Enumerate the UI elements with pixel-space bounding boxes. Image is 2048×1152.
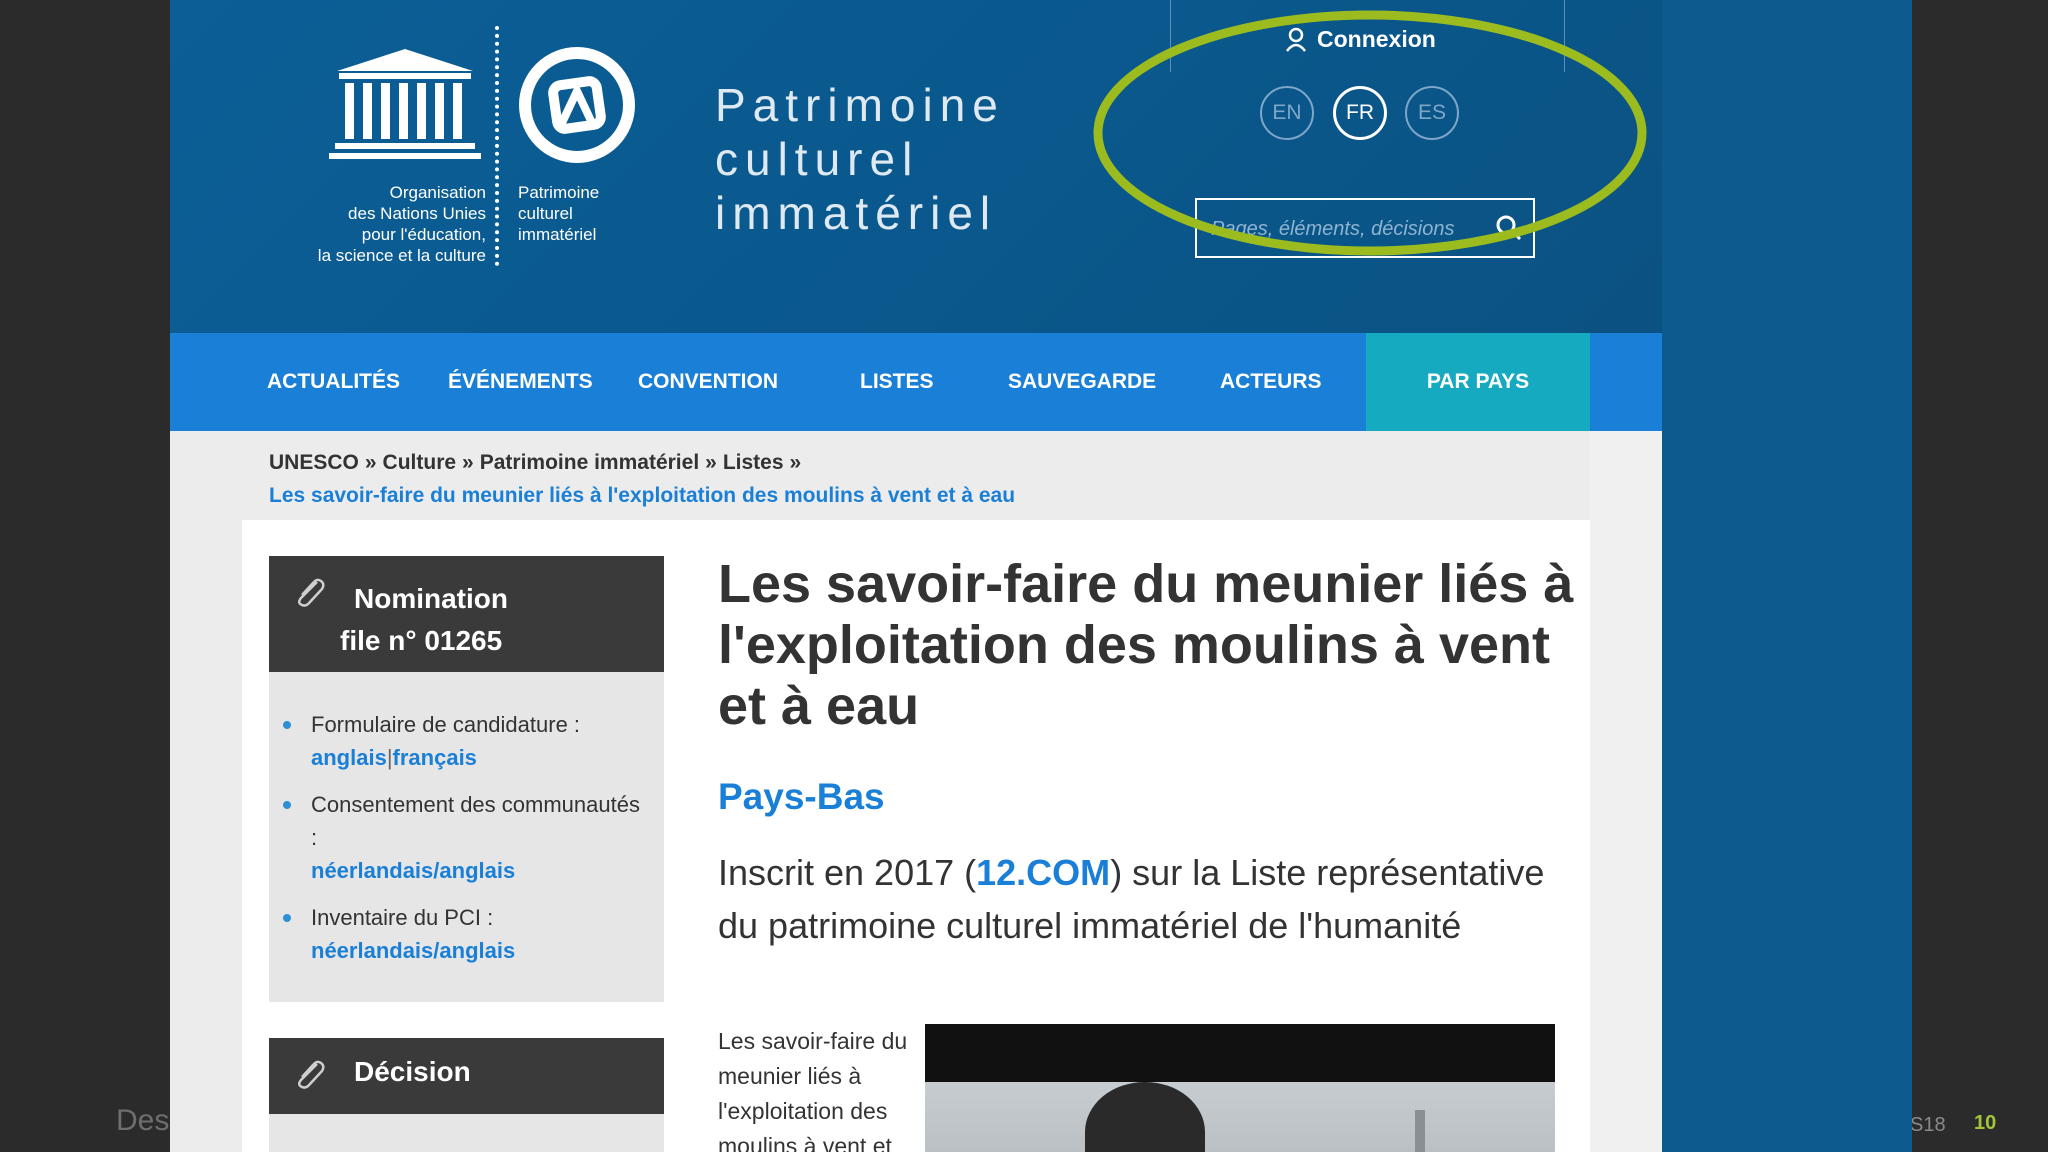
unesco-logo[interactable] bbox=[325, 45, 485, 163]
lang-fr-button[interactable]: FR bbox=[1333, 86, 1387, 140]
org-line: des Nations Unies bbox=[348, 204, 486, 223]
site-title[interactable]: Patrimoine culturel immatériel bbox=[715, 78, 1005, 240]
breadcrumb-separator: » bbox=[462, 451, 474, 474]
inscription-prefix: Inscrit en 2017 ( bbox=[718, 852, 977, 893]
document-label: Consentement des communautés : bbox=[311, 792, 640, 850]
nomination-label: Nomination bbox=[354, 583, 508, 614]
logo-divider bbox=[495, 26, 499, 266]
slide-footer-year: S18 bbox=[1910, 1114, 1946, 1136]
login-link[interactable]: Connexion bbox=[1285, 26, 1436, 53]
doc-link-consent[interactable]: néerlandais/anglais bbox=[311, 858, 515, 883]
doc-link-anglais[interactable]: anglais bbox=[311, 745, 387, 770]
breadcrumb-current[interactable]: Les savoir-faire du meunier liés à l'exp… bbox=[269, 479, 1015, 512]
user-icon bbox=[1286, 27, 1306, 52]
nav-item-acteurs[interactable]: ACTEURS bbox=[1220, 333, 1322, 431]
org-line: pour l'éducation, bbox=[361, 225, 486, 244]
breadcrumb-separator: » bbox=[705, 451, 717, 474]
site-title-line: immatériel bbox=[715, 187, 998, 239]
inscription-text: Inscrit en 2017 (12.COM) sur la Liste re… bbox=[718, 846, 1558, 952]
breadcrumb-item[interactable]: UNESCO bbox=[269, 451, 359, 474]
photo-sky bbox=[925, 1082, 1555, 1152]
decision-panel-body bbox=[269, 1114, 664, 1152]
page-edge bbox=[1590, 431, 1662, 1152]
lang-en-button[interactable]: EN bbox=[1260, 86, 1314, 140]
ich-logo-caption: Patrimoine culturel immatériel bbox=[518, 182, 599, 245]
nomination-document-list: Formulaire de candidature : anglais|fran… bbox=[283, 708, 651, 981]
nomination-title: Nomination file n° 01265 bbox=[340, 578, 508, 662]
ich-line: culturel bbox=[518, 204, 573, 223]
element-description: Les savoir-faire du meunier liés à l'exp… bbox=[718, 1028, 908, 1152]
decision-panel-header: Décision bbox=[269, 1038, 664, 1114]
background-strip bbox=[1662, 0, 1912, 1152]
nav-item-sauvegarde[interactable]: SAUVEGARDE bbox=[1008, 333, 1156, 431]
element-photo[interactable] bbox=[925, 1024, 1555, 1152]
search-icon[interactable] bbox=[1495, 214, 1523, 242]
photo-pole bbox=[1415, 1110, 1425, 1152]
main-nav: ACTUALITÉS ÉVÉNEMENTS CONVENTION LISTES … bbox=[170, 333, 1662, 431]
slide-page-number: 10 bbox=[1974, 1112, 1997, 1134]
decision-title: Décision bbox=[354, 1056, 471, 1087]
document-label: Formulaire de candidature : bbox=[311, 712, 581, 737]
unesco-org-name: Organisation des Nations Unies pour l'éd… bbox=[240, 182, 486, 266]
search-input[interactable] bbox=[1209, 210, 1483, 248]
nav-item-actualites[interactable]: ACTUALITÉS bbox=[267, 333, 400, 431]
nomination-panel-body: Formulaire de candidature : anglais|fran… bbox=[269, 672, 664, 1002]
list-item: Consentement des communautés : néerlanda… bbox=[283, 788, 651, 887]
slide-footer-text: Desi bbox=[116, 1104, 177, 1137]
nomination-file-number: file n° 01265 bbox=[340, 625, 503, 656]
paperclip-icon bbox=[298, 1060, 325, 1089]
breadcrumb: UNESCO» Culture» Patrimoine immatériel» Lis… bbox=[269, 446, 1015, 512]
ich-line: Patrimoine bbox=[518, 183, 600, 202]
login-label: Connexion bbox=[1317, 26, 1436, 52]
nav-item-par-pays[interactable]: PAR PAYS bbox=[1366, 333, 1590, 431]
search-box bbox=[1195, 198, 1535, 258]
paperclip-icon bbox=[298, 578, 325, 607]
nomination-panel-header: Nomination file n° 01265 bbox=[269, 556, 664, 672]
nav-item-evenements[interactable]: ÉVÉNEMENTS bbox=[448, 333, 593, 431]
webpage-screenshot: Organisation des Nations Unies pour l'éd… bbox=[170, 0, 1662, 1152]
list-item: Formulaire de candidature : anglais|fran… bbox=[283, 708, 651, 774]
breadcrumb-item[interactable]: Patrimoine immatériel bbox=[480, 451, 699, 474]
page-edge bbox=[1590, 333, 1662, 431]
breadcrumb-separator: » bbox=[789, 451, 802, 474]
page-title: Les savoir-faire du meunier liés à l'exp… bbox=[718, 554, 1574, 736]
org-line: la science et la culture bbox=[317, 246, 486, 265]
breadcrumb-item[interactable]: Listes bbox=[723, 451, 784, 474]
list-item: Inventaire du PCI : néerlandais/anglais bbox=[283, 901, 651, 967]
doc-link-inventory[interactable]: néerlandais/anglais bbox=[311, 938, 515, 963]
lang-es-button[interactable]: ES bbox=[1405, 86, 1459, 140]
site-title-line: culturel bbox=[715, 133, 920, 185]
breadcrumb-separator: » bbox=[364, 451, 377, 474]
document-label: Inventaire du PCI : bbox=[311, 905, 494, 930]
site-title-line: Patrimoine bbox=[715, 79, 1005, 131]
country-link[interactable]: Pays-Bas bbox=[718, 776, 885, 818]
committee-link[interactable]: 12.COM bbox=[976, 852, 1110, 893]
nav-item-listes[interactable]: LISTES bbox=[860, 333, 934, 431]
nav-item-convention[interactable]: CONVENTION bbox=[638, 333, 778, 431]
ich-logo[interactable] bbox=[515, 47, 640, 165]
doc-link-francais[interactable]: français bbox=[393, 745, 477, 770]
breadcrumb-item[interactable]: Culture bbox=[383, 451, 457, 474]
ich-line: immatériel bbox=[518, 225, 597, 244]
site-header: Organisation des Nations Unies pour l'éd… bbox=[170, 0, 1662, 333]
org-line: Organisation bbox=[389, 183, 486, 202]
